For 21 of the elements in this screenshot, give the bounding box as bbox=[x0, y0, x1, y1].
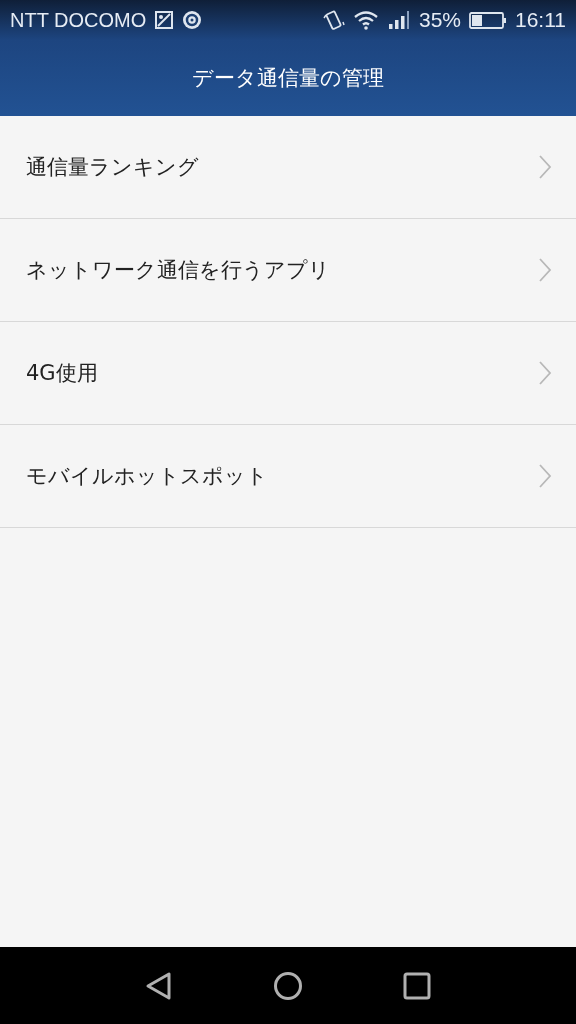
menu-item[interactable]: 通信量ランキング bbox=[0, 116, 576, 219]
clock: 16:11 bbox=[515, 8, 566, 32]
chevron-icon bbox=[538, 360, 552, 386]
menu-item[interactable]: モバイルホットスポット bbox=[0, 425, 576, 528]
chevron-icon bbox=[538, 154, 552, 180]
battery-icon bbox=[469, 10, 507, 30]
chevron-icon bbox=[538, 257, 552, 283]
screen-title: データ通信量の管理 bbox=[192, 65, 384, 92]
app-icon bbox=[182, 10, 203, 30]
carrier-name: NTT DOCOMO bbox=[10, 8, 147, 32]
menu-item[interactable]: ネットワーク通信を行うアプリ bbox=[0, 219, 576, 322]
image-icon bbox=[154, 10, 175, 30]
home-icon[interactable] bbox=[273, 970, 303, 1001]
chevron-icon bbox=[538, 463, 552, 489]
recents-icon[interactable] bbox=[403, 971, 431, 1000]
wifi-icon bbox=[352, 10, 379, 30]
battery-percent: 35% bbox=[418, 8, 461, 32]
vibrate-icon bbox=[322, 9, 345, 31]
signal-icon bbox=[386, 10, 411, 30]
menu-item[interactable]: 4G使用 bbox=[0, 322, 576, 425]
back-icon[interactable] bbox=[145, 970, 173, 1001]
